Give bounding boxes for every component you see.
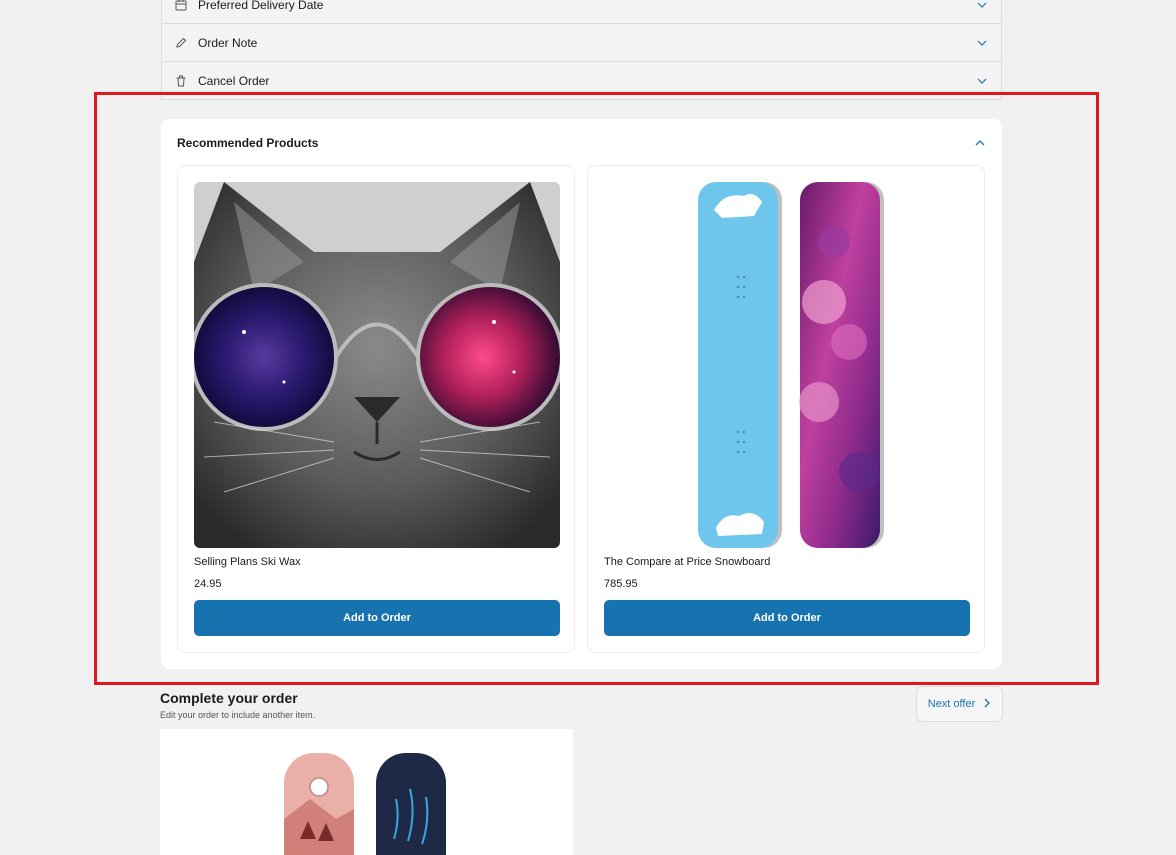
pencil-icon <box>174 36 188 50</box>
accordion-preferred-delivery-date[interactable]: Preferred Delivery Date <box>161 0 1002 24</box>
trash-icon <box>174 74 188 88</box>
offer-product-image[interactable] <box>160 729 573 855</box>
complete-order-title: Complete your order <box>160 690 298 706</box>
chevron-down-icon <box>975 74 989 88</box>
section-title: Recommended Products <box>177 136 319 150</box>
product-name: The Compare at Price Snowboard <box>604 556 771 568</box>
add-to-order-button[interactable]: Add to Order <box>604 600 970 636</box>
accordion-label: Cancel Order <box>198 73 270 88</box>
product-price: 24.95 <box>194 578 222 590</box>
accordion-label: Order Note <box>198 35 258 50</box>
product-card: The Compare at Price Snowboard 785.95 Ad… <box>587 165 985 653</box>
chevron-right-icon <box>983 698 991 711</box>
accordion-cancel-order[interactable]: Cancel Order <box>161 62 1002 100</box>
calendar-icon <box>174 0 188 12</box>
next-offer-label: Next offer <box>927 698 976 710</box>
next-offer-button[interactable]: Next offer <box>916 686 1003 722</box>
product-name: Selling Plans Ski Wax <box>194 556 301 568</box>
add-to-order-button[interactable]: Add to Order <box>194 600 560 636</box>
accordion-label: Preferred Delivery Date <box>198 0 324 12</box>
recommended-products-card: Recommended Products Selling Plans Ski W… <box>161 119 1002 669</box>
chevron-up-icon[interactable] <box>973 136 987 148</box>
chevron-down-icon <box>975 0 989 12</box>
product-price: 785.95 <box>604 578 638 590</box>
complete-order-subtitle: Edit your order to include another item. <box>160 710 316 720</box>
product-image-cat-sunglasses[interactable] <box>194 182 560 548</box>
chevron-down-icon <box>975 36 989 50</box>
product-card: Selling Plans Ski Wax 24.95 Add to Order <box>177 165 575 653</box>
product-image-snowboards[interactable] <box>604 182 970 548</box>
accordion-order-note[interactable]: Order Note <box>161 24 1002 62</box>
